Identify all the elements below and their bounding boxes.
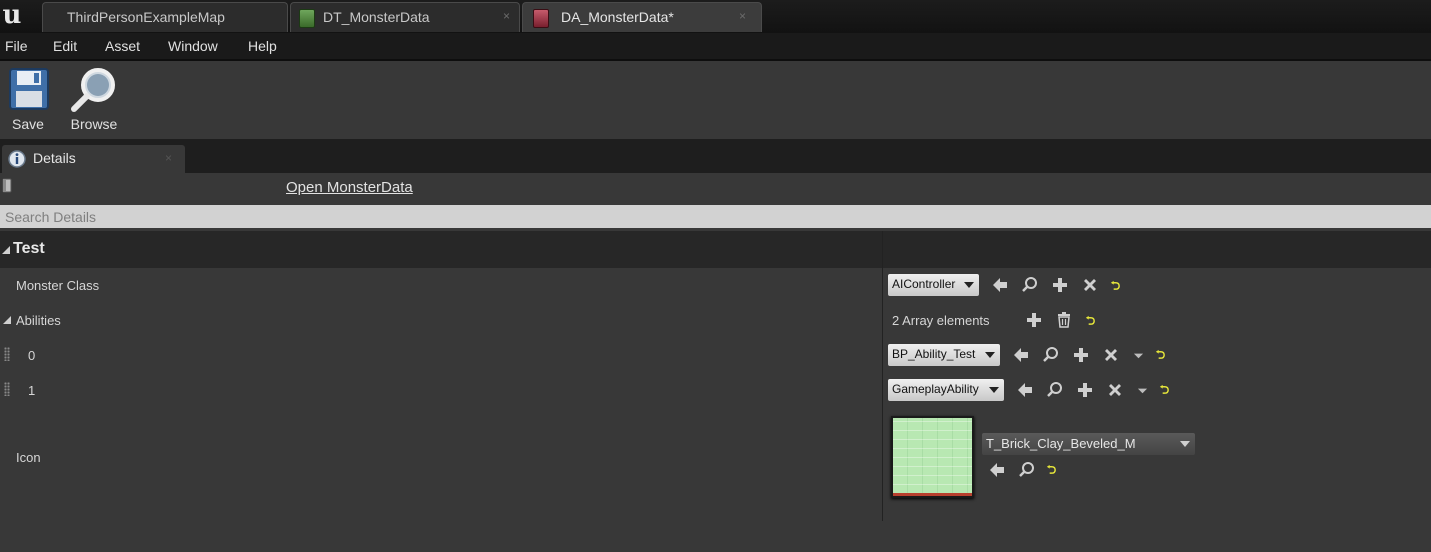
category-header-test[interactable]: Test — [0, 231, 1431, 268]
tab-label: ThirdPersonExampleMap — [67, 9, 225, 25]
unreal-logo-icon: u — [2, 0, 22, 30]
dropdown-icon — [964, 282, 974, 288]
reset-to-default-icon[interactable] — [1159, 384, 1170, 395]
reset-to-default-icon[interactable] — [1085, 315, 1096, 326]
menu-file[interactable]: File — [5, 38, 28, 54]
element-options-caret-icon[interactable] — [1133, 350, 1144, 361]
element-1-value: GameplayAbility — [892, 382, 979, 396]
lock-icon[interactable] — [2, 178, 12, 193]
dropdown-icon — [1180, 441, 1190, 447]
search-details-input[interactable] — [0, 205, 1431, 228]
panel-tab-strip — [0, 139, 1431, 173]
monster-class-label: Monster Class — [16, 278, 100, 293]
save-button[interactable]: Save — [4, 67, 52, 135]
asset-header-row: Open MonsterData — [0, 173, 1431, 205]
texture-thumbnail[interactable] — [891, 416, 974, 498]
monster-class-combo[interactable]: AIController — [888, 274, 979, 296]
element-0-value: BP_Ability_Test — [892, 347, 976, 361]
add-element-icon[interactable] — [1025, 311, 1043, 329]
expand-arrow-icon[interactable] — [3, 316, 11, 324]
data-asset-icon — [533, 9, 549, 28]
data-table-icon — [299, 9, 315, 28]
browse-label: Browse — [70, 116, 118, 132]
expand-arrow-icon[interactable] — [2, 246, 10, 254]
clear-icon[interactable] — [1102, 346, 1120, 364]
use-selected-icon[interactable] — [1012, 346, 1030, 364]
details-tab-label: Details — [33, 150, 76, 166]
close-icon[interactable]: × — [503, 9, 510, 23]
add-icon[interactable] — [1051, 276, 1069, 294]
icon-asset-combo[interactable]: T_Brick_Clay_Beveled_M — [982, 433, 1195, 455]
menu-window[interactable]: Window — [168, 38, 218, 54]
drag-handle-icon[interactable] — [4, 382, 10, 396]
details-tab[interactable]: Details × — [2, 145, 185, 173]
use-selected-icon[interactable] — [991, 276, 1009, 294]
dropdown-icon — [985, 352, 995, 358]
menu-help[interactable]: Help — [248, 38, 277, 54]
menu-bar: File Edit Asset Window Help — [0, 33, 1431, 61]
close-icon[interactable]: × — [739, 9, 746, 23]
array-elements-count: 2 Array elements — [892, 313, 990, 328]
close-icon[interactable]: × — [165, 151, 172, 165]
monster-class-value: AIController — [892, 277, 956, 291]
save-label: Save — [12, 116, 44, 132]
menu-asset[interactable]: Asset — [105, 38, 140, 54]
use-selected-icon[interactable] — [1016, 381, 1034, 399]
element-options-caret-icon[interactable] — [1137, 385, 1148, 396]
element-0-combo[interactable]: BP_Ability_Test — [888, 344, 1000, 366]
tab-da-monster-data[interactable]: DA_MonsterData* × — [522, 2, 762, 32]
delete-icon[interactable] — [1055, 311, 1073, 329]
use-selected-icon[interactable] — [988, 461, 1006, 479]
save-icon — [9, 68, 49, 110]
brick-texture-preview — [893, 418, 972, 493]
reset-to-default-icon[interactable] — [1155, 349, 1166, 360]
icon-label: Icon — [16, 450, 41, 465]
browse-asset-icon[interactable] — [1042, 346, 1060, 364]
tab-third-person-example-map[interactable]: ThirdPersonExampleMap — [42, 2, 288, 32]
category-label: Test — [13, 240, 45, 257]
browse-icon — [71, 68, 115, 112]
element-1-label: 1 — [28, 383, 36, 398]
browse-asset-icon[interactable] — [1021, 276, 1039, 294]
reset-to-default-icon[interactable] — [1046, 464, 1057, 475]
tab-label: DT_MonsterData — [323, 9, 430, 25]
element-1-combo[interactable]: GameplayAbility — [888, 379, 1004, 401]
clear-icon[interactable] — [1081, 276, 1099, 294]
browse-asset-icon[interactable] — [1046, 381, 1064, 399]
dropdown-icon — [989, 387, 999, 393]
browse-asset-icon[interactable] — [1018, 461, 1036, 479]
tab-dt-monster-data[interactable]: DT_MonsterData × — [290, 2, 520, 32]
abilities-label: Abilities — [16, 313, 61, 328]
toolbar: Save Browse — [0, 61, 1431, 139]
tab-label: DA_MonsterData* — [561, 9, 674, 25]
browse-button[interactable]: Browse — [64, 67, 124, 135]
drag-handle-icon[interactable] — [4, 347, 10, 361]
menu-edit[interactable]: Edit — [53, 38, 77, 54]
add-icon[interactable] — [1072, 346, 1090, 364]
title-tab-bar: u ThirdPersonExampleMap DT_MonsterData ×… — [0, 0, 1431, 33]
open-monster-data-link[interactable]: Open MonsterData — [286, 179, 413, 196]
icon-asset-value: T_Brick_Clay_Beveled_M — [986, 436, 1136, 451]
element-0-label: 0 — [28, 348, 36, 363]
add-icon[interactable] — [1076, 381, 1094, 399]
info-icon — [8, 150, 26, 168]
column-splitter[interactable] — [882, 231, 883, 521]
reset-to-default-icon[interactable] — [1110, 280, 1121, 291]
clear-icon[interactable] — [1106, 381, 1124, 399]
texture-type-bar — [893, 493, 972, 496]
